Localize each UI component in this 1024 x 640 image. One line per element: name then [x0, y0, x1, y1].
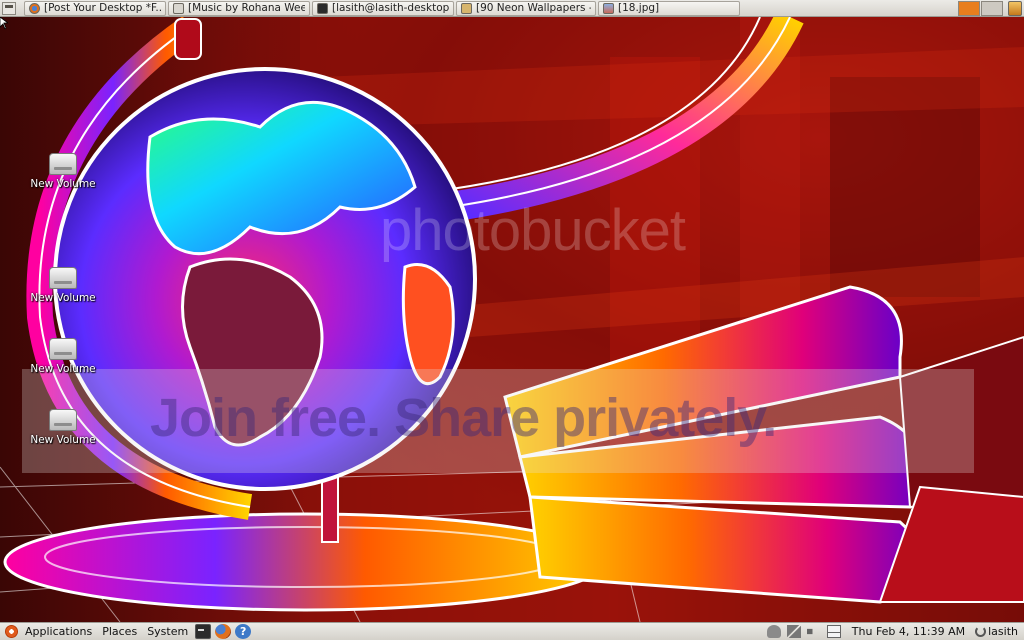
network-user-icon[interactable] — [766, 625, 781, 638]
workspace-switcher — [958, 1, 1003, 16]
terminal-icon[interactable] — [195, 624, 212, 639]
image-viewer-icon — [603, 3, 614, 14]
ubuntu-logo-icon[interactable] — [5, 625, 18, 638]
clock[interactable]: Thu Feb 4, 11:39 AM — [844, 625, 971, 638]
wallpaper — [0, 17, 1024, 622]
desktop-icon-new-volume-3[interactable]: New Volume — [27, 338, 99, 375]
taskbar-button-label: [18.jpg] — [618, 2, 660, 14]
drive-icon — [49, 409, 77, 431]
taskbar-button-image-viewer[interactable]: [18.jpg] — [598, 1, 740, 16]
desktop[interactable]: photobucket Join free. Share privately. … — [0, 17, 1024, 622]
desktop-icon-new-volume-1[interactable]: New Volume — [27, 153, 99, 190]
desktop-icon-label: New Volume — [30, 292, 96, 304]
trash-icon[interactable] — [1008, 1, 1022, 16]
volume-icon[interactable] — [806, 625, 818, 638]
help-icon[interactable]: ? — [235, 624, 252, 639]
workspace-2[interactable] — [981, 1, 1003, 16]
show-desktop-icon[interactable] — [2, 2, 16, 15]
taskbar-button-label: [Post Your Desktop *F... — [44, 2, 161, 14]
workspace-1[interactable] — [958, 1, 980, 16]
taskbar-button-firefox[interactable]: [Post Your Desktop *F... — [24, 1, 166, 16]
drive-icon — [49, 153, 77, 175]
desktop-icon-new-volume-4[interactable]: New Volume — [27, 409, 99, 446]
network-icon[interactable] — [786, 625, 801, 638]
bottom-panel: Applications Places System ? Thu Feb 4, … — [0, 622, 1024, 640]
desktop-icon-label: New Volume — [30, 178, 96, 190]
user-name[interactable]: lasith — [988, 625, 1024, 638]
mail-icon[interactable] — [826, 625, 841, 638]
system-menu[interactable]: System — [142, 624, 193, 640]
drive-icon — [49, 267, 77, 289]
taskbar-button-label: [lasith@lasith-desktop... — [332, 2, 449, 14]
places-menu[interactable]: Places — [97, 624, 142, 640]
power-icon[interactable] — [975, 626, 987, 637]
firefox-icon — [29, 3, 40, 14]
desktop-icon-label: New Volume — [30, 434, 96, 446]
firefox-icon[interactable] — [215, 624, 232, 639]
watermark-tagline: Join free. Share privately. — [150, 388, 777, 448]
top-panel: [Post Your Desktop *F... [Music by Rohan… — [0, 0, 1024, 17]
drive-icon — [49, 338, 77, 360]
taskbar-button-label: [Music by Rohana Wee... — [188, 2, 305, 14]
mouse-cursor-icon — [0, 17, 8, 29]
desktop-icon-label: New Volume — [30, 363, 96, 375]
taskbar-button-label: [90 Neon Wallpapers - ... — [476, 2, 591, 14]
terminal-icon — [317, 3, 328, 14]
taskbar-button-music[interactable]: [Music by Rohana Wee... — [168, 1, 310, 16]
taskbar-button-folder[interactable]: [90 Neon Wallpapers - ... — [456, 1, 596, 16]
desktop-icon-new-volume-2[interactable]: New Volume — [27, 267, 99, 304]
music-player-icon — [173, 3, 184, 14]
taskbar-button-terminal[interactable]: [lasith@lasith-desktop... — [312, 1, 454, 16]
photobucket-logo: photobucket — [380, 198, 686, 263]
folder-icon — [461, 3, 472, 14]
applications-menu[interactable]: Applications — [20, 624, 97, 640]
